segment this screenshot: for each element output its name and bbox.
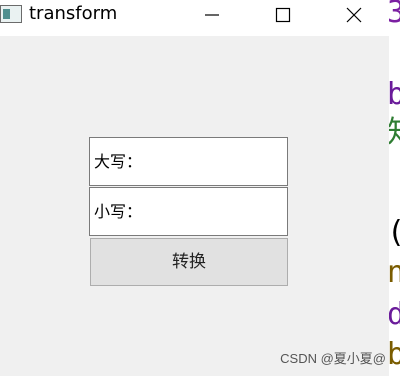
bg-fragment: ( xyxy=(389,218,400,248)
uppercase-input[interactable] xyxy=(140,144,284,180)
maximize-button[interactable] xyxy=(260,0,306,30)
uppercase-label: 大写： xyxy=(94,152,143,171)
window-title: transform xyxy=(29,3,118,24)
close-button[interactable] xyxy=(331,0,377,30)
bg-fragment: 3 xyxy=(389,0,400,30)
minimize-icon xyxy=(205,14,219,16)
app-window: transform 大写： 小写： 转换 xyxy=(0,0,389,376)
lowercase-label: 小写： xyxy=(94,202,143,221)
lowercase-field[interactable]: 小写： xyxy=(89,187,288,236)
lowercase-input[interactable] xyxy=(140,194,284,230)
close-icon xyxy=(346,7,362,23)
watermark: CSDN @夏小夏@ xyxy=(280,351,386,366)
bg-fragment: n xyxy=(389,255,400,290)
background-editor-text: 3 b 知 ( n d b xyxy=(389,0,400,376)
uppercase-field[interactable]: 大写： xyxy=(89,137,288,186)
app-window-icon xyxy=(0,5,22,23)
title-bar[interactable]: transform xyxy=(0,0,389,36)
bg-fragment: b xyxy=(389,77,400,112)
convert-button[interactable]: 转换 xyxy=(90,238,288,286)
bg-fragment: 知 xyxy=(389,118,400,148)
bg-fragment: d xyxy=(389,297,400,332)
maximize-icon xyxy=(275,7,291,23)
minimize-button[interactable] xyxy=(189,0,235,30)
bg-fragment: b xyxy=(389,337,400,372)
